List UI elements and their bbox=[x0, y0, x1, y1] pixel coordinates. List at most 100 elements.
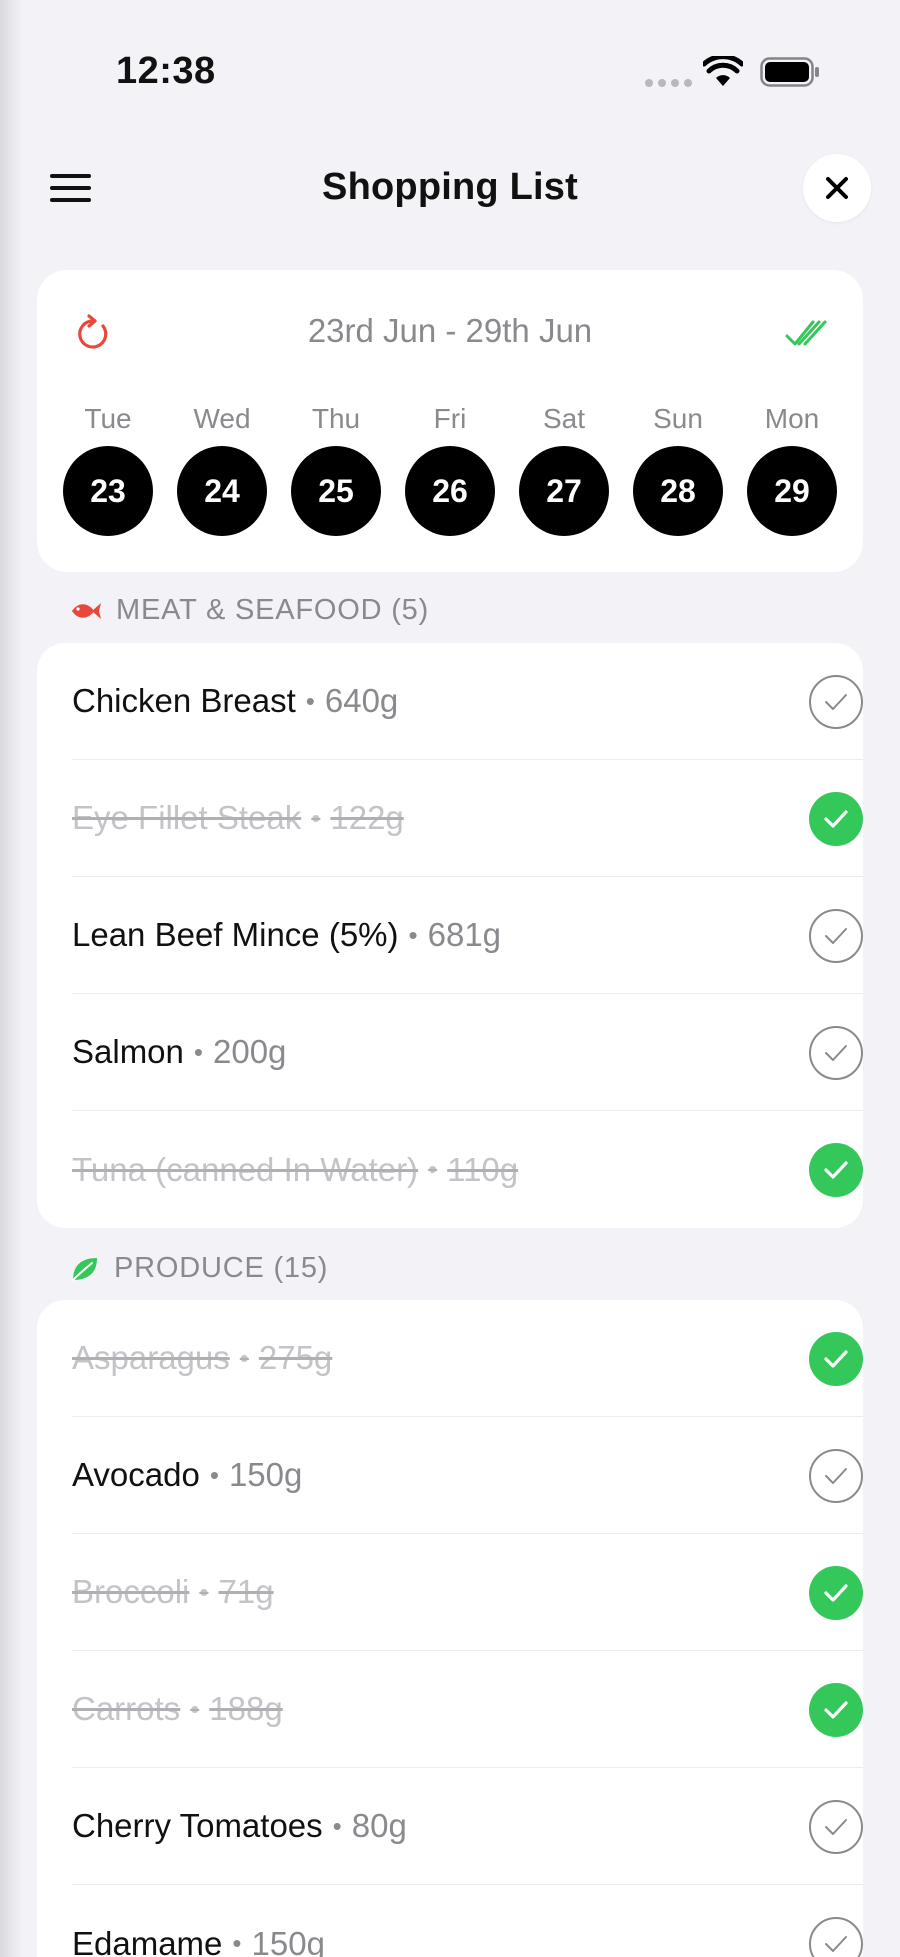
checked-checkbox[interactable] bbox=[809, 1566, 863, 1620]
wifi-icon bbox=[703, 56, 743, 86]
list-item[interactable]: Asparagus • 275g bbox=[72, 1300, 863, 1417]
list-item[interactable]: Avocado • 150g bbox=[72, 1417, 863, 1534]
checkmark-icon bbox=[824, 1584, 848, 1602]
list-item[interactable]: Salmon • 200g bbox=[72, 994, 863, 1111]
item-quantity: 275g bbox=[258, 1339, 333, 1376]
checkmark-icon bbox=[825, 1819, 847, 1835]
day-mon[interactable]: Mon 29 bbox=[747, 402, 837, 536]
item-quantity: 188g bbox=[209, 1690, 283, 1727]
item-name: Avocado bbox=[72, 1456, 200, 1493]
unchecked-checkbox[interactable] bbox=[809, 1026, 863, 1080]
section-header-meat-seafood: MEAT & SEAFOOD (5) bbox=[70, 594, 429, 627]
item-quantity: 150g bbox=[228, 1456, 303, 1493]
list-item[interactable]: Chicken Breast • 640g bbox=[72, 643, 863, 760]
day-sat[interactable]: Sat 27 bbox=[519, 402, 609, 536]
item-separator: • bbox=[232, 1928, 242, 1957]
unchecked-checkbox[interactable] bbox=[809, 1917, 863, 1957]
list-item[interactable]: Edamame • 150g bbox=[72, 1885, 863, 1957]
unchecked-checkbox[interactable] bbox=[809, 1800, 863, 1854]
unchecked-checkbox[interactable] bbox=[809, 675, 863, 729]
checkmark-icon bbox=[825, 1468, 847, 1484]
day-name: Fri bbox=[433, 403, 467, 434]
day-date: 27 bbox=[519, 446, 609, 536]
item-separator: • bbox=[199, 1576, 209, 1607]
week-selector-card: 23rd Jun - 29th Jun Tue 23 Wed 24 Thu 25… bbox=[37, 270, 863, 572]
section-list-meat-seafood: Chicken Breast • 640g Eye Fillet Steak • 122g… bbox=[37, 643, 863, 1228]
item-quantity: 200g bbox=[213, 1033, 287, 1070]
item-separator: • bbox=[305, 685, 315, 716]
cellular-signal-icon bbox=[645, 79, 692, 87]
item-text: Lean Beef Mince (5%) • 681g bbox=[72, 916, 501, 954]
list-item[interactable]: Lean Beef Mince (5%) • 681g bbox=[72, 877, 863, 994]
day-name: Wed bbox=[193, 403, 251, 434]
checked-checkbox[interactable] bbox=[809, 1332, 863, 1386]
checked-checkbox[interactable] bbox=[809, 792, 863, 846]
list-item[interactable]: Cherry Tomatoes • 80g bbox=[72, 1768, 863, 1885]
page-title: Shopping List bbox=[322, 166, 578, 208]
section-list-produce: Asparagus • 275g Avocado • 150g Broccoli • 71g Ca… bbox=[37, 1300, 863, 1957]
item-separator: • bbox=[332, 1810, 342, 1841]
checkmark-icon bbox=[825, 928, 847, 944]
list-item[interactable]: Eye Fillet Steak • 122g bbox=[72, 760, 863, 877]
item-text: Chicken Breast • 640g bbox=[72, 682, 398, 720]
day-fri[interactable]: Fri 26 bbox=[405, 402, 495, 536]
item-separator: • bbox=[428, 1154, 438, 1184]
item-text: Cherry Tomatoes • 80g bbox=[72, 1807, 407, 1845]
list-item[interactable]: Carrots • 188g bbox=[72, 1651, 863, 1768]
status-time: 12:38 bbox=[116, 50, 216, 92]
item-text: Asparagus • 275g bbox=[72, 1339, 332, 1377]
check-all-icon[interactable] bbox=[785, 316, 829, 350]
checked-checkbox[interactable] bbox=[809, 1683, 863, 1737]
item-quantity: 640g bbox=[324, 682, 399, 719]
close-button[interactable] bbox=[803, 154, 871, 222]
close-icon bbox=[826, 177, 848, 199]
item-quantity: 122g bbox=[330, 799, 404, 836]
day-sun[interactable]: Sun 28 bbox=[633, 402, 723, 536]
item-separator: • bbox=[239, 1342, 249, 1373]
day-tue[interactable]: Tue 23 bbox=[63, 402, 153, 536]
day-name: Sun bbox=[653, 403, 703, 434]
item-quantity: 110g bbox=[447, 1150, 519, 1188]
day-date: 28 bbox=[633, 446, 723, 536]
item-name: Carrots bbox=[72, 1690, 181, 1727]
day-row: Tue 23 Wed 24 Thu 25 Fri 26 Sat 27 Sun 2… bbox=[63, 402, 837, 536]
checkmark-icon bbox=[824, 1701, 848, 1719]
day-wed[interactable]: Wed 24 bbox=[177, 402, 267, 536]
item-name: Salmon bbox=[72, 1033, 184, 1070]
item-separator: • bbox=[190, 1693, 200, 1724]
section-title: MEAT & SEAFOOD (5) bbox=[116, 594, 430, 626]
day-date: 24 bbox=[177, 446, 267, 536]
day-date: 29 bbox=[747, 446, 837, 536]
item-text: Eye Fillet Steak • 122g bbox=[72, 799, 404, 837]
item-name: Tuna (canned In Water) bbox=[72, 1150, 419, 1188]
day-name: Tue bbox=[84, 403, 132, 434]
item-text: Broccoli • 71g bbox=[72, 1573, 274, 1611]
item-name: Broccoli bbox=[72, 1573, 190, 1610]
checkmark-icon bbox=[825, 1936, 847, 1952]
unchecked-checkbox[interactable] bbox=[809, 1449, 863, 1503]
day-name: Sat bbox=[542, 403, 586, 434]
day-date: 25 bbox=[291, 446, 381, 536]
day-thu[interactable]: Thu 25 bbox=[291, 402, 381, 536]
item-text: Carrots • 188g bbox=[72, 1690, 283, 1728]
unchecked-checkbox[interactable] bbox=[809, 909, 863, 963]
day-name: Mon bbox=[764, 403, 820, 434]
item-text: Tuna (canned In Water) • 110g bbox=[72, 1151, 518, 1189]
list-item[interactable]: Tuna (canned In Water) • 110g bbox=[72, 1111, 863, 1228]
checkmark-icon bbox=[824, 810, 848, 828]
section-title: PRODUCE (15) bbox=[114, 1252, 329, 1284]
battery-icon bbox=[760, 57, 819, 87]
day-date: 23 bbox=[63, 446, 153, 536]
item-name: Edamame bbox=[72, 1924, 223, 1957]
checkmark-icon bbox=[824, 1350, 848, 1368]
leaf-icon bbox=[72, 1257, 97, 1281]
item-separator: • bbox=[311, 802, 321, 833]
checkmark-icon bbox=[824, 1161, 848, 1179]
item-quantity: 71g bbox=[218, 1573, 274, 1610]
item-name: Lean Beef Mince (5%) bbox=[72, 916, 399, 953]
item-name: Asparagus bbox=[72, 1339, 230, 1376]
date-range[interactable]: 23rd Jun - 29th Jun bbox=[37, 312, 863, 350]
checked-checkbox[interactable] bbox=[809, 1143, 863, 1197]
list-item[interactable]: Broccoli • 71g bbox=[72, 1534, 863, 1651]
day-date: 26 bbox=[405, 446, 495, 536]
